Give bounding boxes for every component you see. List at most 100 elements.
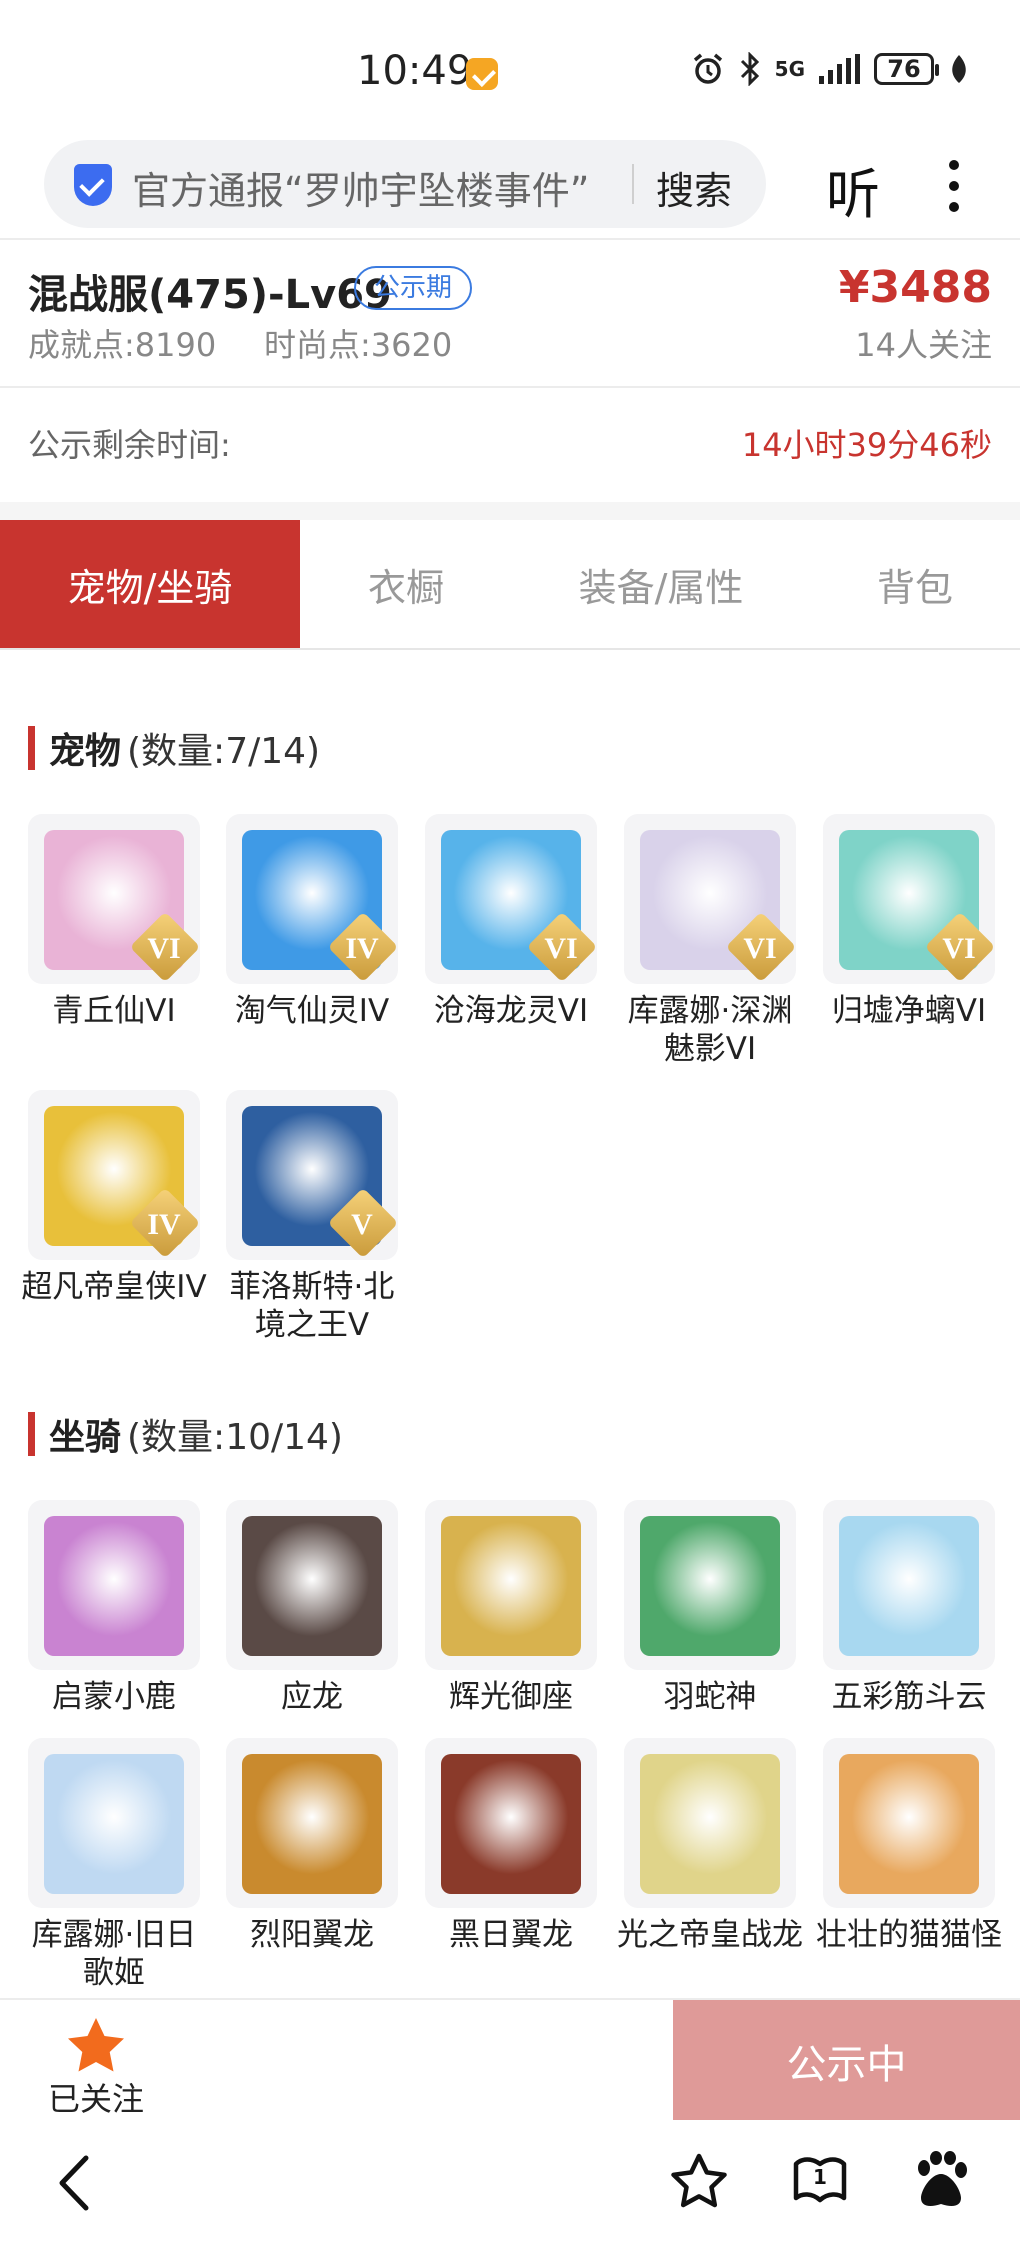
mount-item[interactable]: 启蒙小鹿: [28, 1500, 200, 1716]
mount-name: 壮壮的猫猫怪: [816, 1917, 1002, 1953]
alarm-icon: [693, 53, 722, 84]
tabs-switcher-icon[interactable]: 1: [792, 2154, 848, 2208]
followers-count: 14人关注: [855, 326, 992, 364]
grade-label: IV: [147, 1208, 181, 1241]
tab-bar: 宠物/坐骑 衣橱 装备/属性 背包: [0, 520, 1020, 650]
pet-name: 菲洛斯特·北境之王V: [229, 1269, 395, 1343]
mount-name: 羽蛇神: [663, 1679, 757, 1715]
price: ¥3488: [838, 262, 992, 313]
baidu-paw-icon[interactable]: [912, 2150, 970, 2210]
pet-thumbnail[interactable]: IV: [226, 814, 398, 984]
favorite-star-icon[interactable]: [670, 2152, 728, 2210]
mount-item[interactable]: 五彩筋斗云: [823, 1500, 995, 1716]
tab-backpack[interactable]: 背包: [810, 520, 1020, 648]
mount-thumbnail[interactable]: [624, 1738, 796, 1908]
pet-item[interactable]: VI 归墟净螭VI: [823, 814, 995, 1030]
pet-thumbnail[interactable]: IV: [28, 1090, 200, 1260]
svg-text:1: 1: [813, 2165, 827, 2189]
status-time: 10:49: [357, 48, 473, 94]
mount-item[interactable]: 烈阳翼龙: [226, 1738, 398, 1954]
bottom-action-bar: 已关注 公示中: [0, 1998, 1020, 2122]
pet-name: 库露娜·深渊魅影VI: [627, 993, 793, 1067]
listen-button[interactable]: 听: [826, 150, 880, 229]
mount-thumbnail[interactable]: [28, 1738, 200, 1908]
grade-label: VI: [544, 932, 578, 965]
pets-title: 宠物: [49, 731, 122, 772]
mount-name: 黑日翼龙: [449, 1917, 573, 1953]
divider: [0, 238, 1020, 240]
mount-thumbnail[interactable]: [226, 1500, 398, 1670]
mount-art: [441, 1754, 581, 1894]
search-button[interactable]: 搜索: [656, 160, 732, 215]
mount-item[interactable]: 光之帝皇战龙: [617, 1738, 803, 1954]
followed-label[interactable]: 已关注: [48, 2074, 144, 2120]
grade-label: IV: [345, 932, 379, 965]
mount-art: [441, 1516, 581, 1656]
more-menu-icon[interactable]: [947, 160, 961, 212]
grade-label: VI: [147, 932, 181, 965]
mount-name: 烈阳翼龙: [250, 1917, 374, 1953]
pet-item[interactable]: IV 淘气仙灵IV: [226, 814, 398, 1030]
mount-art: [839, 1754, 979, 1894]
server-title: 混战服(475)-Lv69: [28, 272, 392, 318]
battery-icon: 76: [874, 53, 939, 85]
search-query-text[interactable]: 官方通报“罗帅宇坠楼事件”: [132, 160, 632, 215]
fashion-points: 时尚点:3620: [264, 326, 453, 364]
grade-label: V: [351, 1208, 373, 1241]
status-bar: 10:49 5G 76: [0, 0, 1020, 140]
mount-art: [242, 1754, 382, 1894]
mount-thumbnail[interactable]: [28, 1500, 200, 1670]
mount-item[interactable]: 羽蛇神: [624, 1500, 796, 1716]
pets-section-header: 宠物 (数量:7/14): [28, 722, 320, 774]
mount-name: 五彩筋斗云: [831, 1679, 987, 1715]
mount-thumbnail[interactable]: [226, 1738, 398, 1908]
pet-item[interactable]: VI 库露娜·深渊魅影VI: [624, 814, 796, 1068]
pet-thumbnail[interactable]: VI: [624, 814, 796, 984]
mount-thumbnail[interactable]: [823, 1500, 995, 1670]
pet-thumbnail[interactable]: VI: [823, 814, 995, 984]
browser-nav-bar: 1: [0, 2120, 1020, 2244]
search-divider: [632, 164, 634, 204]
mount-art: [44, 1754, 184, 1894]
tab-pets-mounts[interactable]: 宠物/坐骑: [0, 520, 300, 648]
bluetooth-icon: [740, 52, 759, 86]
pet-item[interactable]: VI 青丘仙VI: [28, 814, 200, 1030]
followed-star-icon[interactable]: [66, 2016, 126, 2074]
achievement-points: 成就点:8190: [28, 326, 217, 364]
pet-thumbnail[interactable]: VI: [425, 814, 597, 984]
section-marker: [28, 726, 35, 770]
mount-art: [839, 1516, 979, 1656]
mount-item[interactable]: 应龙: [226, 1500, 398, 1716]
period-badge: 公示期: [354, 266, 473, 310]
pet-item[interactable]: IV 超凡帝皇侠IV: [21, 1090, 207, 1306]
search-box[interactable]: 官方通报“罗帅宇坠楼事件” 搜索: [44, 140, 766, 228]
mount-name: 应龙: [281, 1679, 343, 1715]
mount-item[interactable]: 黑日翼龙: [425, 1738, 597, 1954]
mount-thumbnail[interactable]: [823, 1738, 995, 1908]
signal-icon: [819, 54, 860, 84]
mount-item[interactable]: 壮壮的猫猫怪: [816, 1738, 1002, 1954]
mounts-title: 坐骑: [49, 1417, 122, 1458]
mounts-count: (数量:10/14): [127, 1417, 343, 1458]
status-icons: 5G 76: [691, 52, 970, 86]
pet-item[interactable]: VI 沧海龙灵VI: [425, 814, 597, 1030]
mount-name: 库露娜·旧日歌姬: [31, 1917, 197, 1991]
mount-thumbnail[interactable]: [425, 1738, 597, 1908]
mount-item[interactable]: 库露娜·旧日歌姬: [28, 1738, 200, 1992]
tab-wardrobe[interactable]: 衣橱: [300, 520, 512, 648]
pet-item[interactable]: V 菲洛斯特·北境之王V: [226, 1090, 398, 1344]
pet-thumbnail[interactable]: V: [226, 1090, 398, 1260]
back-icon[interactable]: [54, 2154, 94, 2212]
tab-equipment[interactable]: 装备/属性: [512, 520, 810, 648]
mount-thumbnail[interactable]: [624, 1500, 796, 1670]
pet-name: 沧海龙灵VI: [433, 993, 589, 1029]
pet-thumbnail[interactable]: VI: [28, 814, 200, 984]
mount-thumbnail[interactable]: [425, 1500, 597, 1670]
mount-art: [640, 1516, 780, 1656]
verified-shield-icon: [74, 164, 112, 206]
publish-status-button[interactable]: 公示中: [673, 2000, 1020, 2122]
section-marker: [28, 1412, 35, 1456]
divider: [0, 386, 1020, 388]
pet-name: 淘气仙灵IV: [234, 993, 390, 1029]
mount-item[interactable]: 辉光御座: [425, 1500, 597, 1716]
